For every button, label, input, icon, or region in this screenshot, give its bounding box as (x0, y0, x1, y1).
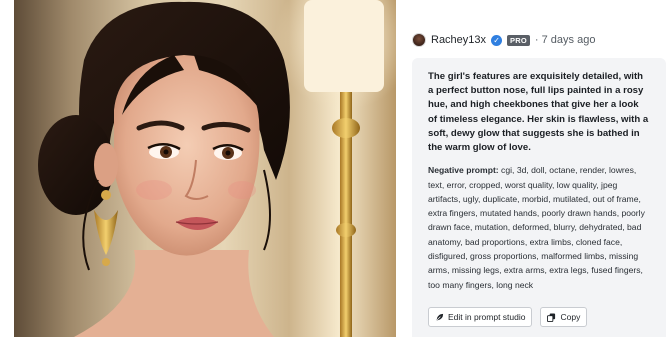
image-panel (0, 0, 396, 337)
feather-pen-icon (435, 313, 444, 322)
negative-prompt: Negative prompt: cgi, 3d, doll, octane, … (428, 163, 650, 292)
negative-prompt-text: cgi, 3d, doll, octane, render, lowres, t… (428, 165, 645, 290)
negative-prompt-label: Negative prompt: (428, 165, 499, 176)
generated-image[interactable] (14, 0, 396, 337)
prompt-text: The girl's features are exquisitely deta… (428, 71, 649, 154)
author-name[interactable]: Rachey13x (431, 34, 486, 46)
edit-button-label: Edit in prompt studio (448, 312, 526, 322)
avatar[interactable] (412, 33, 426, 47)
copy-button[interactable]: Copy (540, 307, 588, 327)
edit-in-prompt-studio-button[interactable]: Edit in prompt studio (428, 307, 533, 327)
author-row: Rachey13x ✓ PRO · 7 days ago (412, 30, 595, 50)
verified-check-icon: ✓ (491, 34, 503, 46)
portrait-illustration (14, 0, 396, 337)
copy-button-label: Copy (560, 312, 581, 322)
copy-icon (547, 312, 556, 322)
prompt-card: The girl's features are exquisitely deta… (412, 58, 666, 337)
pro-badge: PRO (507, 34, 530, 46)
details-panel: Rachey13x ✓ PRO · 7 days ago The girl's … (396, 0, 672, 337)
post-time: · 7 days ago (534, 34, 596, 46)
action-row: Edit in prompt studio Copy (428, 307, 588, 327)
